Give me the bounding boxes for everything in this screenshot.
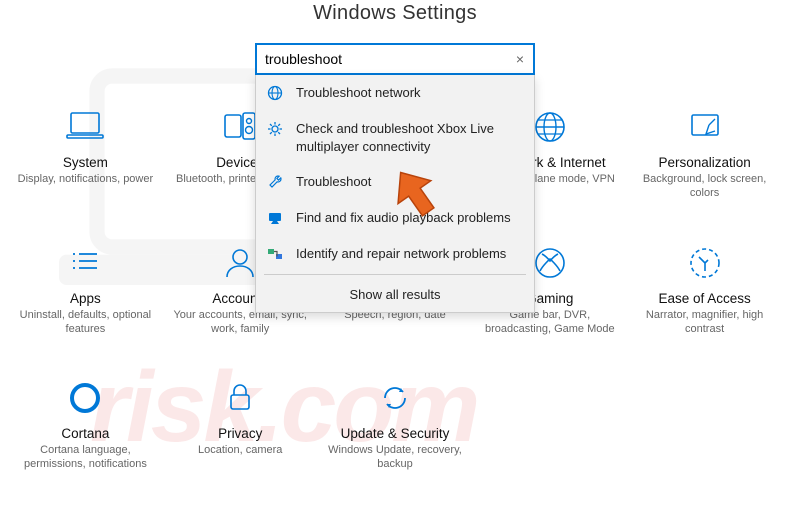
gear-icon bbox=[266, 120, 284, 138]
wrench-icon bbox=[266, 173, 284, 191]
tile-desc: Narrator, magnifier, high contrast bbox=[635, 308, 774, 337]
result-troubleshoot-network[interactable]: Troubleshoot network bbox=[256, 75, 534, 111]
cortana-icon bbox=[16, 376, 155, 420]
page-title: Windows Settings bbox=[0, 0, 790, 25]
list-icon bbox=[16, 241, 155, 285]
tile-title: Personalization bbox=[635, 155, 774, 170]
tile-personalization[interactable]: Personalization Background, lock screen,… bbox=[631, 105, 778, 201]
show-all-results[interactable]: Show all results bbox=[256, 277, 534, 312]
tile-desc: Cortana language, permissions, notificat… bbox=[16, 443, 155, 472]
result-audio-problems[interactable]: Find and fix audio playback problems bbox=[256, 200, 534, 236]
tile-desc: Windows Update, recovery, backup bbox=[326, 443, 465, 472]
update-icon bbox=[326, 376, 465, 420]
result-label: Troubleshoot bbox=[296, 173, 524, 191]
tile-ease-of-access[interactable]: Ease of Access Narrator, magnifier, high… bbox=[631, 241, 778, 337]
tile-update-security[interactable]: Update & Security Windows Update, recove… bbox=[322, 376, 469, 472]
tile-apps[interactable]: Apps Uninstall, defaults, optional featu… bbox=[12, 241, 159, 337]
search-input[interactable] bbox=[255, 43, 535, 75]
tile-desc: Uninstall, defaults, optional features bbox=[16, 308, 155, 337]
tile-title: Update & Security bbox=[326, 426, 465, 441]
ease-of-access-icon bbox=[635, 241, 774, 285]
tile-desc: Background, lock screen, colors bbox=[635, 172, 774, 201]
tile-title: Apps bbox=[16, 291, 155, 306]
laptop-icon bbox=[16, 105, 155, 149]
tile-title: Privacy bbox=[171, 426, 310, 441]
network-repair-icon bbox=[266, 245, 284, 263]
search-results-dropdown: Troubleshoot network Check and troublesh… bbox=[255, 75, 535, 313]
tile-desc: Location, camera bbox=[171, 443, 310, 457]
dropdown-divider bbox=[264, 274, 526, 275]
search-container: × Troubleshoot network Check and trouble… bbox=[255, 43, 535, 75]
tile-title: Ease of Access bbox=[635, 291, 774, 306]
globe-icon bbox=[266, 84, 284, 102]
result-xbox-connectivity[interactable]: Check and troubleshoot Xbox Live multipl… bbox=[256, 111, 534, 164]
result-label: Troubleshoot network bbox=[296, 84, 524, 102]
result-label: Identify and repair network problems bbox=[296, 245, 524, 263]
tile-title: Cortana bbox=[16, 426, 155, 441]
tile-privacy[interactable]: Privacy Location, camera bbox=[167, 376, 314, 472]
audio-icon bbox=[266, 209, 284, 227]
tile-cortana[interactable]: Cortana Cortana language, permissions, n… bbox=[12, 376, 159, 472]
result-label: Find and fix audio playback problems bbox=[296, 209, 524, 227]
result-troubleshoot[interactable]: Troubleshoot bbox=[256, 164, 534, 200]
paint-icon bbox=[635, 105, 774, 149]
result-label: Check and troubleshoot Xbox Live multipl… bbox=[296, 120, 524, 155]
tile-desc: Display, notifications, power bbox=[16, 172, 155, 186]
lock-icon bbox=[171, 376, 310, 420]
tile-title: System bbox=[16, 155, 155, 170]
result-repair-network[interactable]: Identify and repair network problems bbox=[256, 236, 534, 272]
clear-icon[interactable]: × bbox=[511, 51, 529, 67]
tile-system[interactable]: System Display, notifications, power bbox=[12, 105, 159, 201]
